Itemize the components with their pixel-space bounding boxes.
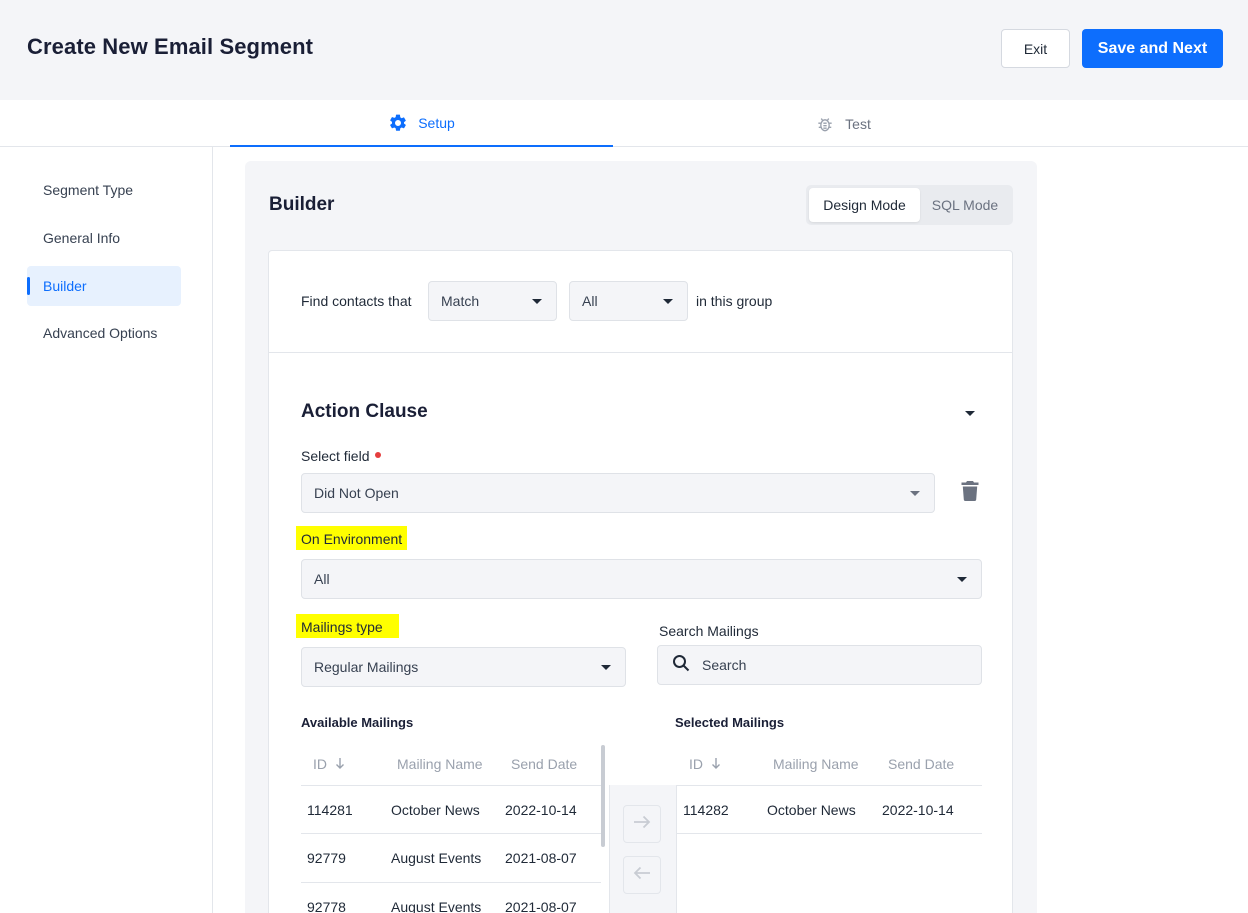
match-dropdown-value: Match (441, 293, 480, 309)
chevron-down-icon (532, 299, 542, 304)
bug-icon (815, 114, 835, 134)
available-row-3-id[interactable]: 92778 (307, 899, 346, 913)
environment-dropdown[interactable]: All (301, 559, 982, 599)
sidebar-item-advanced-options[interactable]: Advanced Options (27, 313, 181, 353)
select-field-value: Did Not Open (314, 485, 399, 501)
builder-panel: Builder Design Mode SQL Mode Find contac… (245, 161, 1037, 913)
environment-value: All (314, 571, 330, 587)
match-dropdown[interactable]: Match (428, 281, 557, 321)
table-divider (301, 785, 601, 786)
builder-card: Find contacts that Match All in this gro… (268, 250, 1013, 913)
sidebar-item-segment-type[interactable]: Segment Type (27, 170, 181, 210)
sql-mode-button[interactable]: SQL Mode (920, 188, 1010, 222)
available-row-1-id[interactable]: 114281 (307, 802, 353, 818)
chevron-down-icon (910, 491, 920, 496)
sidebar-item-builder[interactable]: Builder (27, 266, 181, 306)
sidebar: Segment Type General Info Builder Advanc… (0, 147, 213, 913)
search-icon (672, 654, 690, 677)
available-row-1-date[interactable]: 2022-10-14 (505, 802, 577, 818)
available-name-header[interactable]: Mailing Name (397, 756, 483, 772)
on-environment-label: On Environment (296, 526, 408, 550)
page-header: Create New Email Segment Exit Save and N… (0, 0, 1248, 100)
arrow-left-icon (633, 866, 651, 885)
available-date-header[interactable]: Send Date (511, 756, 577, 772)
search-mailings-label: Search Mailings (659, 623, 759, 639)
find-contacts-label: Find contacts that (301, 293, 412, 309)
selected-id-header[interactable]: ID (689, 756, 721, 772)
selected-date-header[interactable]: Send Date (888, 756, 954, 772)
available-list-scrollbar[interactable] (601, 745, 605, 847)
search-mailings-field (657, 645, 982, 685)
sort-down-arrow-icon (711, 756, 721, 772)
available-id-header[interactable]: ID (313, 756, 345, 772)
available-row-2-name[interactable]: August Events (391, 850, 481, 866)
exit-button[interactable]: Exit (1001, 29, 1070, 68)
move-left-button[interactable] (623, 856, 661, 894)
mailings-type-dropdown[interactable]: Regular Mailings (301, 647, 626, 687)
table-divider (301, 833, 601, 834)
divider (269, 352, 1012, 353)
scope-dropdown[interactable]: All (569, 281, 688, 321)
in-group-label: in this group (696, 293, 773, 309)
design-mode-button[interactable]: Design Mode (809, 188, 920, 222)
selected-name-header[interactable]: Mailing Name (773, 756, 859, 772)
table-divider (677, 833, 982, 834)
mailings-type-label-text: Mailings type (296, 614, 399, 638)
scope-dropdown-value: All (582, 293, 598, 309)
available-row-1-name[interactable]: October News (391, 802, 480, 818)
select-field-dropdown[interactable]: Did Not Open (301, 473, 935, 513)
collapse-caret-icon[interactable] (965, 411, 975, 416)
available-mailings-title: Available Mailings (301, 715, 414, 730)
save-and-next-button[interactable]: Save and Next (1082, 29, 1223, 68)
mailings-type-label: Mailings type (296, 614, 399, 638)
search-mailings-input[interactable] (702, 657, 952, 673)
available-row-2-date[interactable]: 2021-08-07 (505, 850, 577, 866)
required-dot-icon (375, 452, 382, 458)
select-field-label-text: Select field (301, 448, 370, 464)
tab-test[interactable]: Test (613, 100, 1073, 147)
tab-setup[interactable]: Setup (230, 100, 613, 147)
selected-id-header-label: ID (689, 756, 703, 772)
mailings-type-value: Regular Mailings (314, 659, 419, 675)
sidebar-item-general-info[interactable]: General Info (27, 218, 181, 258)
available-row-3-name[interactable]: August Events (391, 899, 481, 913)
table-divider (677, 785, 982, 786)
builder-title: Builder (269, 194, 335, 215)
trash-icon[interactable] (961, 481, 979, 506)
transfer-controls (609, 785, 677, 913)
tab-setup-label: Setup (418, 114, 455, 131)
on-environment-label-text: On Environment (296, 526, 408, 550)
selected-mailings-title: Selected Mailings (675, 715, 785, 730)
action-clause-title: Action Clause (301, 401, 428, 422)
gear-icon (388, 113, 408, 133)
chevron-down-icon (957, 577, 967, 582)
arrow-right-icon (633, 815, 651, 834)
page-title: Create New Email Segment (27, 34, 314, 59)
available-row-3-date[interactable]: 2021-08-07 (505, 899, 577, 913)
selected-row-1-id[interactable]: 114282 (683, 802, 729, 818)
mode-toggle: Design Mode SQL Mode (806, 185, 1013, 225)
selected-row-1-name[interactable]: October News (767, 802, 856, 818)
selected-row-1-date[interactable]: 2022-10-14 (882, 802, 954, 818)
move-right-button[interactable] (623, 805, 661, 843)
tab-test-label: Test (845, 115, 871, 132)
select-field-label: Select field (301, 448, 382, 464)
wizard-tabs: Setup Test (0, 100, 1248, 147)
sort-down-arrow-icon (335, 756, 345, 772)
available-id-header-label: ID (313, 756, 327, 772)
table-divider (301, 882, 601, 883)
chevron-down-icon (601, 665, 611, 670)
chevron-down-icon (663, 299, 673, 304)
available-row-2-id[interactable]: 92779 (307, 850, 346, 866)
